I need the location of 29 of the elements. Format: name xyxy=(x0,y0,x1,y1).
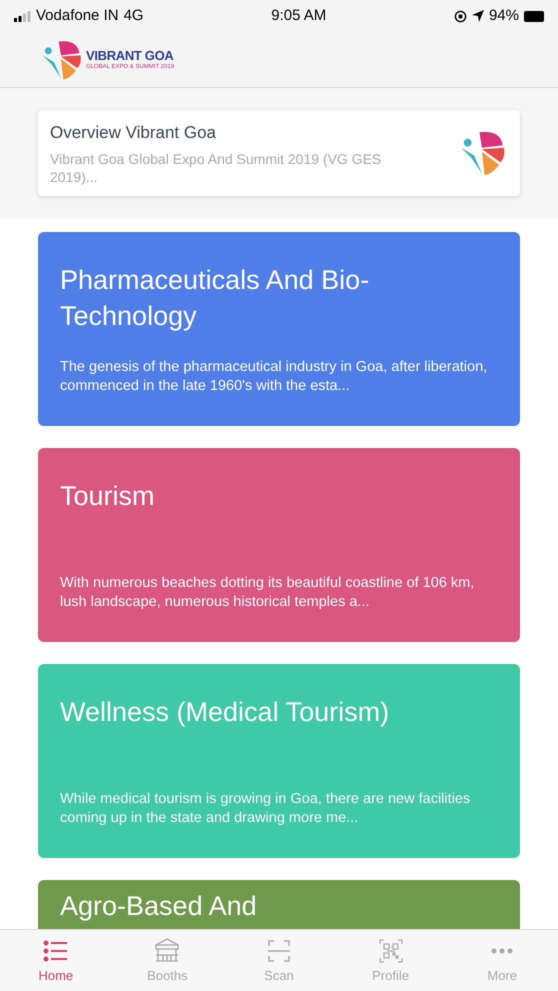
tab-item[interactable]: More xyxy=(462,936,542,986)
status-time: 9:05 AM xyxy=(271,6,326,26)
sector-card[interactable]: Tourism With numerous beaches dotting its beautiful coastline of 106 km, lush landscape, numerous historical temples a... xyxy=(38,448,520,642)
overview-title: Overview Vibrant Goa xyxy=(50,122,217,144)
sector-title: Pharmaceuticals And Bio-Technology xyxy=(60,264,370,333)
tab-item[interactable]: Scan xyxy=(238,936,319,986)
sector-description: With numerous beaches dotting its beautiful coastline of 106 km, lush landscape, numerous historical temples a... xyxy=(60,574,476,612)
tab-item[interactable]: Booths xyxy=(127,936,208,986)
sector-description: While medical tourism is growing in Goa, there are new facilities coming up in the state and drawing more me... xyxy=(60,790,472,828)
sector-title: Agro-Based And xyxy=(60,890,258,923)
logo-title: VIBRANT GOA xyxy=(86,49,174,62)
battery-icon xyxy=(524,10,544,22)
carrier-name: Vodafone IN xyxy=(36,6,119,26)
rotation-lock-icon xyxy=(454,10,467,22)
sector-description: The genesis of the pharmaceutical industry in Goa, after liberation, commenced in the late 1960's with the esta... xyxy=(60,358,488,396)
battery-percentage: 94% xyxy=(488,6,519,26)
tab-item[interactable]: Home xyxy=(16,936,96,986)
overview-description: Vibrant Goa Global Expo And Summit 2019 (VG GES 2019)... xyxy=(50,150,382,186)
sector-card[interactable]: Wellness (Medical Tourism) While medical tourism is growing in Goa, there are new facilities coming up in the state and drawing more me... xyxy=(38,664,520,858)
sector-card[interactable]: Agro-Based And xyxy=(38,880,520,929)
network-type: 4G xyxy=(124,6,144,26)
more-icon xyxy=(491,948,514,954)
sector-title: Wellness (Medical Tourism) xyxy=(60,696,390,729)
location-arrow-icon xyxy=(472,10,484,22)
overview-card[interactable]: Overview Vibrant Goa Vibrant Goa Global Expo And Summit 2019 (VG GES 2019)... xyxy=(38,110,520,196)
tab-item[interactable]: Profile xyxy=(350,936,431,986)
signal-icon xyxy=(14,10,31,22)
sector-card[interactable]: Pharmaceuticals And Bio-Technology The genesis of the pharmaceutical industry in Goa, after liberation, commenced in the late 1960's with the esta... xyxy=(38,232,520,426)
sector-title: Tourism xyxy=(60,480,156,512)
